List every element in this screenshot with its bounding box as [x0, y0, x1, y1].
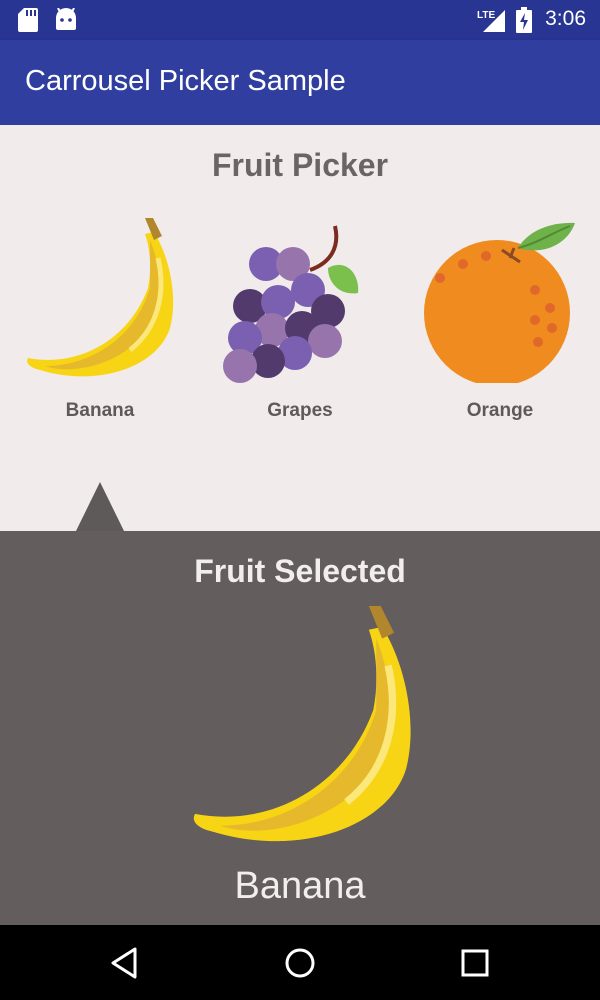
app-title: Carrousel Picker Sample [25, 65, 346, 97]
carousel-item-label: Grapes [267, 400, 333, 421]
lte-label: LTE [477, 10, 495, 21]
carousel-item-grapes[interactable]: Grapes [200, 210, 400, 425]
carousel-item-banana[interactable]: Banana [0, 210, 200, 425]
lte-signal-icon: LTE [477, 10, 505, 32]
grapes-icon [223, 225, 359, 383]
recents-icon[interactable] [455, 943, 495, 983]
selected-heading: Fruit Selected [194, 553, 406, 589]
carousel-item-orange[interactable]: Orange [400, 210, 600, 425]
fruit-picker: Fruit Picker Banana Grapes Orange [0, 125, 600, 531]
carousel-item-label: Banana [65, 400, 135, 421]
banana-icon [193, 606, 411, 842]
battery-charging-icon [516, 7, 532, 33]
sd-card-icon [18, 8, 38, 32]
carousel-item-label: Orange [466, 400, 534, 421]
navigation-bar [0, 925, 600, 1000]
status-bar: LTE 3:06 [0, 0, 600, 40]
selected-fruit-name: Banana [234, 865, 366, 907]
fruit-selected-panel: Fruit Selected Banana [0, 531, 600, 925]
orange-icon [424, 222, 575, 383]
home-icon[interactable] [280, 943, 320, 983]
app-bar: Carrousel Picker Sample [0, 40, 600, 125]
banana-icon [27, 218, 174, 377]
android-icon [56, 8, 76, 30]
back-icon[interactable] [105, 943, 145, 983]
picker-heading: Fruit Picker [211, 147, 389, 183]
selection-pointer-icon [76, 482, 124, 531]
clock: 3:06 [545, 7, 586, 30]
